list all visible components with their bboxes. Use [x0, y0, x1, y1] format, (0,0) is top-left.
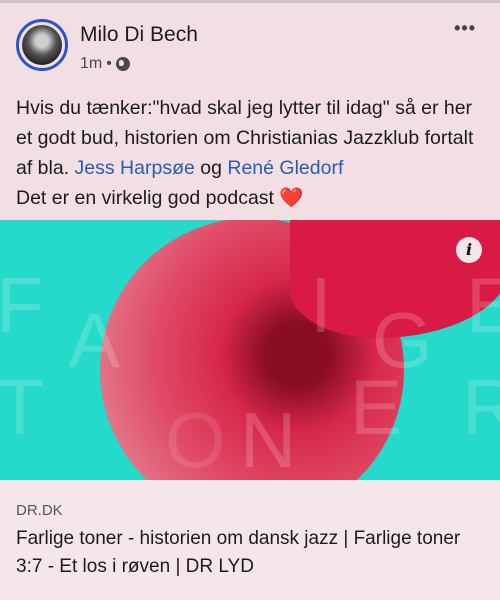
cover-letter: T [0, 363, 44, 451]
separator: • [106, 55, 112, 72]
top-divider [0, 0, 500, 3]
cover-letter: I [310, 261, 332, 349]
link-preview-footer[interactable]: DR.DK Farlige toner - historien om dansk… [0, 480, 500, 600]
cover-letter: E [350, 363, 403, 451]
cover-letter: R [462, 363, 500, 451]
cover-letter: A [68, 296, 121, 384]
link-title[interactable]: Farlige toner - historien om dansk jazz … [16, 525, 486, 581]
post-text: Hvis du tænker:"hvad skal jeg lytter til… [16, 93, 491, 213]
post-meta: 1m • [80, 55, 130, 73]
cover-letter: F [0, 261, 44, 349]
post-text-part: Det er en virkelig god podcast [16, 187, 280, 209]
mention-link[interactable]: Jess Harpsøe [75, 157, 195, 179]
cover-letter: E [466, 261, 500, 349]
avatar[interactable] [16, 19, 68, 71]
cover-letter: N [240, 396, 297, 480]
info-button[interactable]: i [456, 237, 482, 263]
post-text-part: og [194, 157, 228, 179]
more-options-button[interactable]: ••• [454, 18, 476, 39]
author-name[interactable]: Milo Di Bech [80, 23, 198, 47]
cover-letter: O [165, 396, 226, 480]
heart-emoji: ❤️ [279, 187, 304, 209]
mention-link[interactable]: René Gledorf [227, 157, 343, 179]
link-domain: DR.DK [16, 502, 63, 519]
globe-icon [115, 57, 130, 71]
timestamp[interactable]: 1m [80, 55, 102, 73]
link-preview-image[interactable]: F A R L I G E T O N E R i [0, 220, 500, 480]
